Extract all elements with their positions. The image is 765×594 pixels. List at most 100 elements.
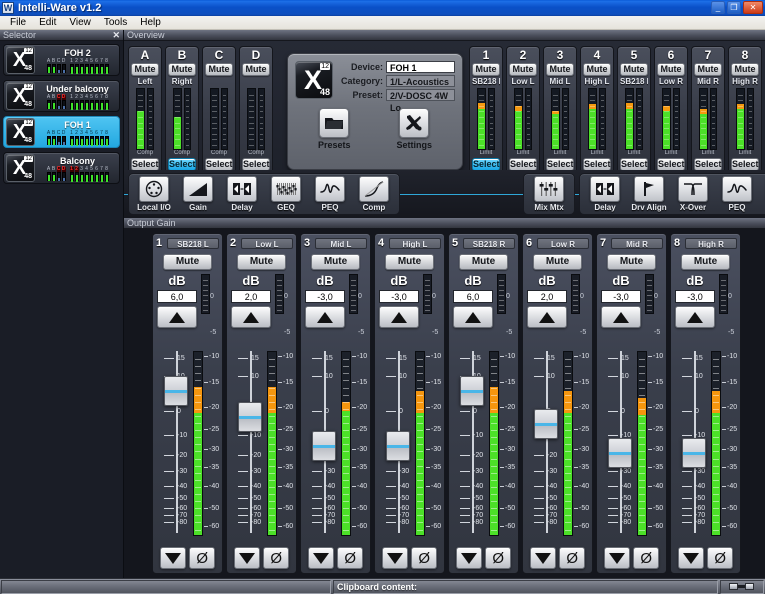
db-value-1[interactable]: 6,0 [157, 290, 197, 303]
tool-delay[interactable]: Delay [583, 176, 627, 212]
fader-4[interactable]: 15100-10-20-30-40-50-60-70-80 [383, 347, 413, 539]
category-value[interactable]: 1/L-Acoustics [386, 75, 455, 87]
tool-x-over[interactable]: X-Over [671, 176, 715, 212]
db-value-2[interactable]: 2,0 [231, 290, 271, 303]
tool-geq[interactable]: GEQ [264, 176, 308, 212]
tool-comp[interactable]: Comp [352, 176, 396, 212]
triangle-down-icon[interactable] [233, 547, 260, 569]
db-value-7[interactable]: -3,0 [601, 290, 641, 303]
db-value-6[interactable]: 2,0 [527, 290, 567, 303]
tool-gain[interactable]: Gain [176, 176, 220, 212]
triangle-up-icon[interactable] [231, 306, 271, 328]
input-mute-button-A[interactable]: Mute [131, 63, 159, 76]
phase-invert-icon[interactable]: Ø [337, 547, 364, 569]
mute-button-4[interactable]: Mute [385, 254, 434, 270]
fader-knob-5[interactable] [460, 376, 484, 407]
output-mute-button-1[interactable]: Mute [472, 63, 500, 76]
tool-local-i-o[interactable]: Local I/O [132, 176, 176, 212]
selector-item-under-balcony[interactable]: 12 X 48 Under balcony A B C D 1 2 3 4 5 6 7 8 [3, 80, 120, 112]
fader-knob-1[interactable] [164, 376, 188, 407]
triangle-down-icon[interactable] [381, 547, 408, 569]
output-mute-button-3[interactable]: Mute [546, 63, 574, 76]
mute-button-3[interactable]: Mute [311, 254, 360, 270]
selector-item-balcony[interactable]: 12 X 48 Balcony A B C D 1 2 3 4 5 6 7 8 [3, 152, 120, 184]
input-mute-button-B[interactable]: Mute [168, 63, 196, 76]
triangle-down-icon[interactable] [159, 547, 186, 569]
mute-button-6[interactable]: Mute [533, 254, 582, 270]
triangle-up-icon[interactable] [453, 306, 493, 328]
tool-label: GEQ [277, 203, 295, 212]
phase-invert-icon[interactable]: Ø [263, 547, 290, 569]
triangle-up-icon[interactable] [157, 306, 197, 328]
fader-knob-6[interactable] [534, 408, 558, 439]
maximize-button[interactable]: ❐ [727, 1, 741, 14]
output-mute-button-7[interactable]: Mute [694, 63, 722, 76]
phase-invert-icon[interactable]: Ø [707, 547, 734, 569]
phase-invert-icon[interactable]: Ø [559, 547, 586, 569]
fader-knob-2[interactable] [238, 401, 262, 432]
tool-gain[interactable]: Gain [759, 176, 765, 212]
fader-6[interactable]: 15100-10-20-30-40-50-60-70-80 [531, 347, 561, 539]
menu-help[interactable]: Help [134, 16, 167, 29]
mute-button-7[interactable]: Mute [607, 254, 656, 270]
triangle-down-icon[interactable] [603, 547, 630, 569]
fader-knob-3[interactable] [312, 430, 336, 461]
triangle-down-icon[interactable] [307, 547, 334, 569]
input-mute-button-C[interactable]: Mute [205, 63, 233, 76]
input-mute-button-D[interactable]: Mute [242, 63, 270, 76]
menu-view[interactable]: View [63, 16, 97, 29]
menu-tools[interactable]: Tools [98, 16, 133, 29]
menu-file[interactable]: File [4, 16, 32, 29]
selector-item-foh-2[interactable]: 12 X 48 FOH 2ABCD12345678 [3, 44, 120, 76]
triangle-up-icon[interactable] [527, 306, 567, 328]
output-mute-button-6[interactable]: Mute [657, 63, 685, 76]
output-mute-button-2[interactable]: Mute [509, 63, 537, 76]
presets-button[interactable]: Presets [318, 108, 351, 150]
triangle-up-icon[interactable] [675, 306, 715, 328]
fader-2[interactable]: 15100-10-20-30-40-50-60-70-80 [235, 347, 265, 539]
phase-invert-icon[interactable]: Ø [189, 547, 216, 569]
db-value-4[interactable]: -3,0 [379, 290, 419, 303]
tool-delay[interactable]: Delay [220, 176, 264, 212]
fader-8[interactable]: 15100-10-20-30-40-50-60-70-80 [679, 347, 709, 539]
mute-button-5[interactable]: Mute [459, 254, 508, 270]
triangle-up-icon[interactable] [305, 306, 345, 328]
triangle-down-icon[interactable] [455, 547, 482, 569]
tool-drv-align[interactable]: Drv Align [627, 176, 671, 212]
tool-peq[interactable]: PEQ [308, 176, 352, 212]
preset-value[interactable]: 2/V-DOSC 4W Lo [386, 89, 455, 113]
triangle-up-icon[interactable] [601, 306, 641, 328]
fader-1[interactable]: 15100-10-20-30-40-50-60-70-80 [161, 347, 191, 539]
triangle-down-icon[interactable] [677, 547, 704, 569]
tool-mix-mtx[interactable]: Mix Mtx [527, 176, 571, 212]
fader-knob-4[interactable] [386, 430, 410, 461]
mute-button-8[interactable]: Mute [681, 254, 730, 270]
phase-invert-icon[interactable]: Ø [633, 547, 660, 569]
mute-button-2[interactable]: Mute [237, 254, 286, 270]
tool-peq[interactable]: PEQ [715, 176, 759, 212]
meter-cell: 2 [74, 166, 79, 182]
close-button[interactable]: ✕ [743, 1, 763, 14]
db-value-8[interactable]: -3,0 [675, 290, 715, 303]
fader-knob-7[interactable] [608, 437, 632, 468]
settings-button[interactable]: Settings [396, 108, 432, 150]
minimize-button[interactable]: _ [711, 1, 725, 14]
menu-edit[interactable]: Edit [33, 16, 62, 29]
phase-invert-icon[interactable]: Ø [485, 547, 512, 569]
fader-5[interactable]: 15100-10-20-30-40-50-60-70-80 [457, 347, 487, 539]
phase-invert-icon[interactable]: Ø [411, 547, 438, 569]
device-value[interactable]: FOH 1 [386, 61, 455, 73]
output-mute-button-4[interactable]: Mute [583, 63, 611, 76]
db-value-5[interactable]: 6,0 [453, 290, 493, 303]
selector-item-foh-1[interactable]: 12 X 48 FOH 1ABCD12345678 [3, 116, 120, 148]
fader-7[interactable]: 15100-10-20-30-40-50-60-70-80 [605, 347, 635, 539]
db-value-3[interactable]: -3,0 [305, 290, 345, 303]
triangle-up-icon[interactable] [379, 306, 419, 328]
mute-button-1[interactable]: Mute [163, 254, 212, 270]
fader-3[interactable]: 15100-10-20-30-40-50-60-70-80 [309, 347, 339, 539]
selector-close-icon[interactable]: ✕ [112, 30, 120, 41]
output-mute-button-5[interactable]: Mute [620, 63, 648, 76]
fader-knob-8[interactable] [682, 437, 706, 468]
output-mute-button-8[interactable]: Mute [731, 63, 759, 76]
triangle-down-icon[interactable] [529, 547, 556, 569]
